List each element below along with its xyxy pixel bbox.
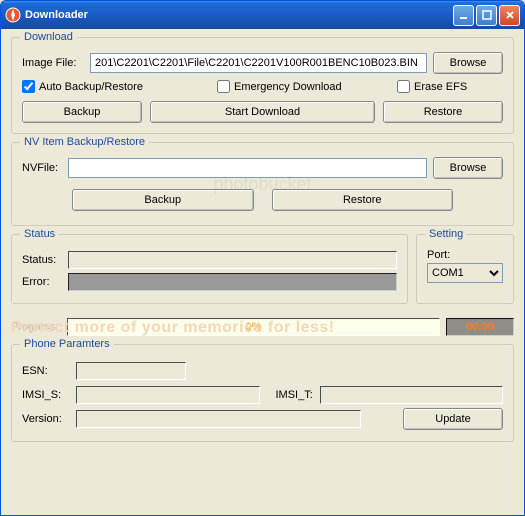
esn-field: [76, 362, 186, 380]
nvfile-label: NVFile:: [22, 162, 62, 174]
port-label: Port:: [427, 249, 503, 261]
maximize-button[interactable]: [476, 5, 497, 26]
window-title: Downloader: [25, 9, 453, 21]
minimize-button[interactable]: [453, 5, 474, 26]
setting-group: Setting Port: COM1: [416, 234, 514, 304]
app-icon: [5, 7, 21, 23]
status-field: [68, 251, 397, 269]
download-group: Download Image File: Browse Auto Backup/…: [11, 37, 514, 134]
start-download-button[interactable]: Start Download: [150, 101, 375, 123]
phone-params-group: Phone Paramters ESN: IMSI_S: IMSI_T: Ver…: [11, 344, 514, 442]
nv-backup-button[interactable]: Backup: [72, 189, 254, 211]
status-label: Status:: [22, 254, 62, 266]
nv-restore-button[interactable]: Restore: [272, 189, 454, 211]
time-display: 00:00: [446, 318, 514, 336]
auto-backup-checkbox[interactable]: Auto Backup/Restore: [22, 80, 217, 93]
error-field: [68, 273, 397, 291]
status-group: Status Status: Error:: [11, 234, 408, 304]
erase-efs-checkbox[interactable]: Erase EFS: [397, 80, 503, 93]
version-field: [76, 410, 361, 428]
update-button[interactable]: Update: [403, 408, 503, 430]
imsi-t-field: [320, 386, 504, 404]
status-legend: Status: [20, 228, 59, 240]
restore-button[interactable]: Restore: [383, 101, 503, 123]
imsi-t-label: IMSI_T:: [266, 389, 314, 401]
download-legend: Download: [20, 31, 77, 43]
browse-nv-button[interactable]: Browse: [433, 157, 503, 179]
progress-bar: 0%: [67, 318, 440, 336]
error-label: Error:: [22, 276, 62, 288]
nv-legend: NV Item Backup/Restore: [20, 136, 149, 148]
imsi-s-field: [76, 386, 260, 404]
image-file-input[interactable]: [90, 53, 427, 73]
close-button[interactable]: [499, 5, 520, 26]
phone-legend: Phone Paramters: [20, 338, 114, 350]
setting-legend: Setting: [425, 228, 467, 240]
port-select[interactable]: COM1: [427, 263, 503, 283]
nvfile-input[interactable]: [68, 158, 427, 178]
emergency-download-checkbox[interactable]: Emergency Download: [217, 80, 397, 93]
imsi-s-label: IMSI_S:: [22, 389, 70, 401]
nv-group: NV Item Backup/Restore NVFile: Browse Ba…: [11, 142, 514, 226]
version-label: Version:: [22, 413, 70, 425]
browse-image-button[interactable]: Browse: [433, 52, 503, 74]
image-file-label: Image File:: [22, 57, 84, 69]
backup-button[interactable]: Backup: [22, 101, 142, 123]
progress-label: Progress:: [11, 321, 61, 333]
titlebar: Downloader: [1, 1, 524, 29]
esn-label: ESN:: [22, 365, 70, 377]
